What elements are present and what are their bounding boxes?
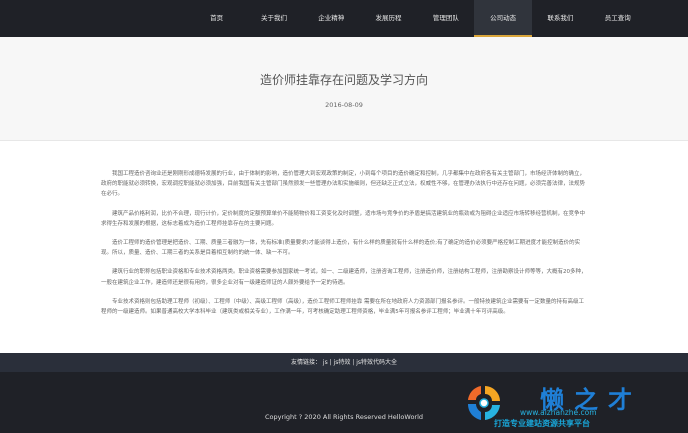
article-header-band: [0, 37, 688, 141]
watermark-slogan: 打造专业建站资源共享平台: [494, 419, 590, 428]
nav-item-staff-query[interactable]: 员工查询: [589, 0, 646, 37]
nav-item-home[interactable]: 首页: [188, 0, 245, 37]
article-content: 我国工程造价咨询业还是刚刚形成德特发展的行业，由于体制的影响，造价管理大到宏观政…: [101, 169, 589, 326]
nav-item-history[interactable]: 发展历程: [360, 0, 417, 37]
nav-item-team[interactable]: 管理团队: [417, 0, 474, 37]
friend-link-js-effects[interactable]: js特效: [334, 359, 351, 366]
article-paragraph: 造价工程师的造价管理是把造价、工期、质量三者融为一体，先有标准(质量要求)才能谈…: [101, 240, 581, 257]
main-nav: 首页 关于我们 企业精神 发展历程 管理团队 公司动态 联系我们 员工查询: [188, 0, 646, 37]
nav-item-spirit[interactable]: 企业精神: [303, 0, 360, 37]
nav-item-about[interactable]: 关于我们: [245, 0, 302, 37]
friend-links-bar: 友情链接： js | js特效 | js特效代码大全: [0, 353, 688, 372]
top-nav-bar: 首页 关于我们 企业精神 发展历程 管理团队 公司动态 联系我们 员工查询: [0, 0, 688, 37]
article-paragraph: 建筑产品价格利润，比价不合理，现行计价，定价制度的定额预算单价不能随物价和工资变…: [101, 210, 586, 227]
friend-link-js-effects-code[interactable]: js特效代码大全: [356, 359, 397, 366]
watermark-url: www.aizhanzhe.com: [520, 408, 597, 417]
article-paragraph: 建筑行业的职称包括职业资格和专业技术资格两类。职业资格需要参加国家统一考试，如一…: [101, 269, 587, 286]
article-date: 2016-08-09: [325, 101, 363, 109]
article-paragraph: 专业技术资格则包括助理工程师（初级）、工程师（中级）、高级工程师（高级），造价工…: [101, 298, 585, 316]
article-title: 造价师挂靠存在问题及学习方向: [259, 73, 428, 87]
friend-links-label: 友情链接：: [290, 359, 321, 366]
article-paragraph: 我国工程造价咨询业还是刚刚形成德特发展的行业，由于体制的影响，造价管理大到宏观政…: [101, 171, 586, 198]
nav-item-contact[interactable]: 联系我们: [532, 0, 589, 37]
site-watermark: 懒之才 www.aizhanzhe.com 打造专业建站资源共享平台: [454, 380, 688, 433]
nav-item-news[interactable]: 公司动态: [474, 0, 532, 37]
